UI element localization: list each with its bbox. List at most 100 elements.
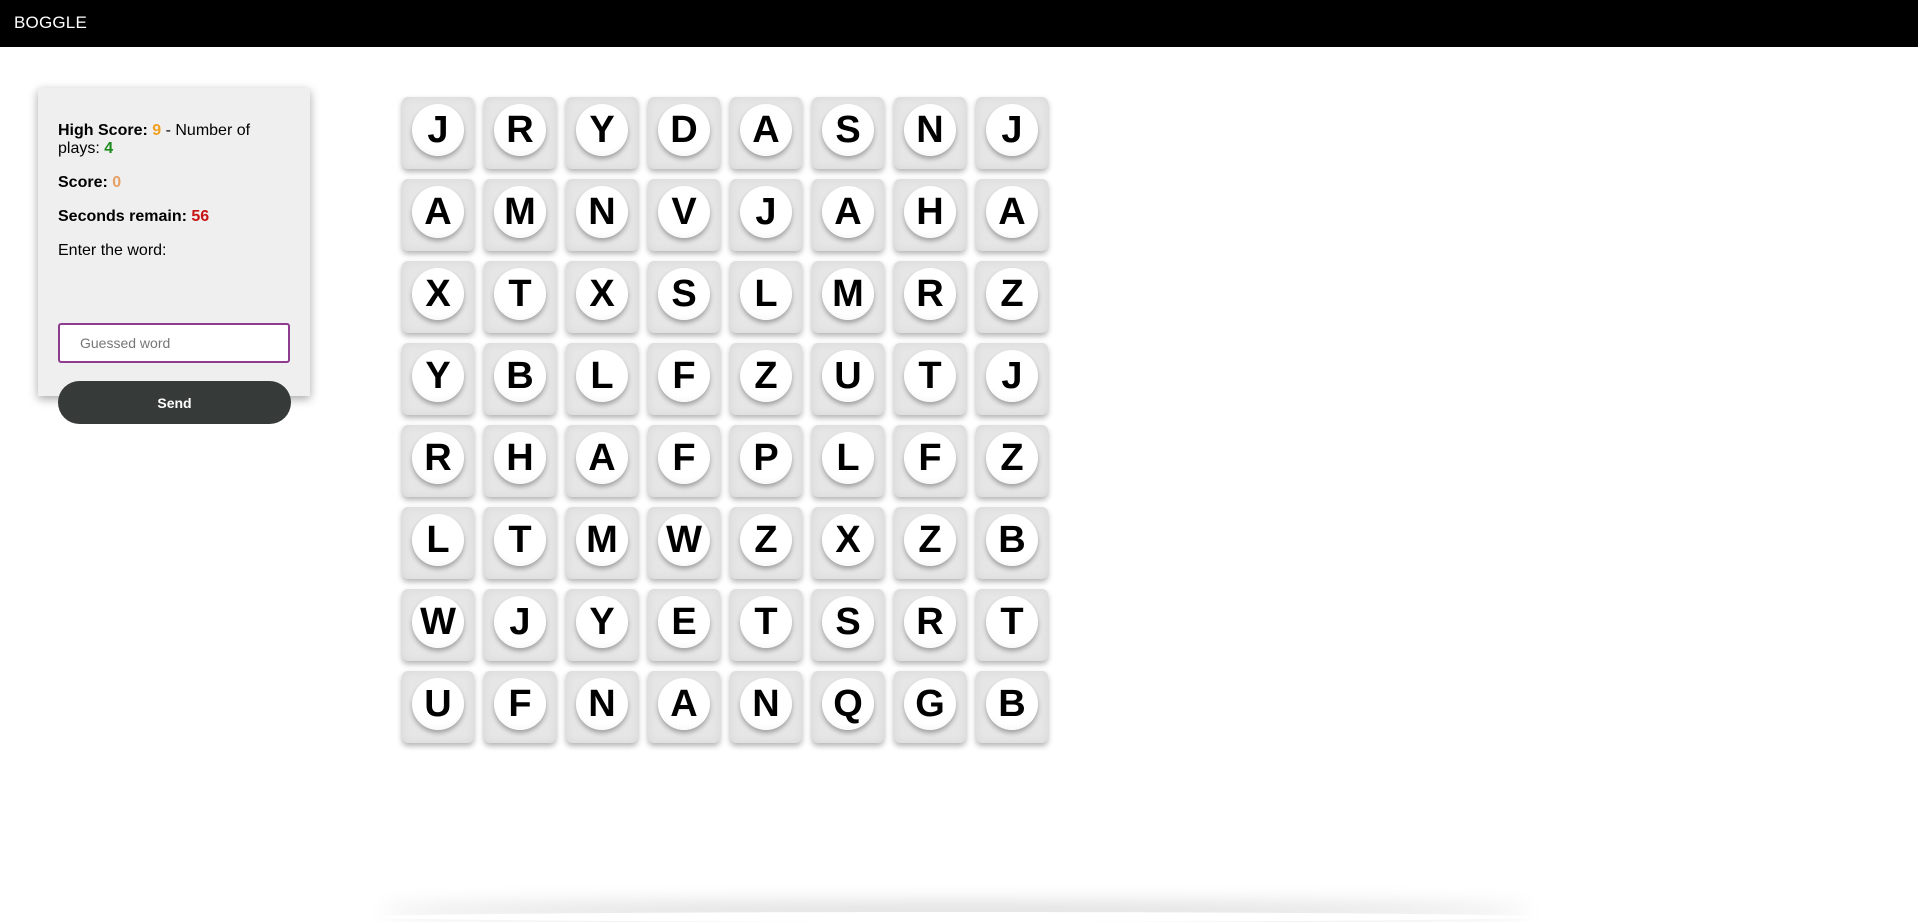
board-tile[interactable]: W	[648, 507, 720, 579]
board-tile[interactable]: X	[566, 261, 638, 333]
tile-letter: Y	[576, 104, 628, 156]
tile-letter: R	[904, 596, 956, 648]
board-tile[interactable]: S	[812, 589, 884, 661]
board-tile[interactable]: X	[812, 507, 884, 579]
board-tile[interactable]: Z	[730, 507, 802, 579]
board-tile[interactable]: N	[730, 671, 802, 743]
board-tile[interactable]: L	[566, 343, 638, 415]
tile-letter: J	[986, 104, 1038, 156]
board-tile[interactable]: P	[730, 425, 802, 497]
board-tile[interactable]: L	[812, 425, 884, 497]
tile-letter: Q	[822, 678, 874, 730]
tile-letter: N	[576, 678, 628, 730]
board-tile[interactable]: Z	[730, 343, 802, 415]
tile-letter: R	[494, 104, 546, 156]
tile-letter: J	[986, 350, 1038, 402]
board-tile[interactable]: A	[402, 179, 474, 251]
board-tile[interactable]: N	[894, 97, 966, 169]
tile-letter: B	[986, 678, 1038, 730]
tile-letter: N	[904, 104, 956, 156]
board-tile[interactable]: Z	[976, 425, 1048, 497]
board-tile[interactable]: Z	[976, 261, 1048, 333]
board-tile[interactable]: F	[648, 343, 720, 415]
board-tile[interactable]: J	[976, 343, 1048, 415]
tile-letter: T	[740, 596, 792, 648]
tile-letter: Z	[740, 514, 792, 566]
tile-letter: W	[412, 596, 464, 648]
board-tile[interactable]: A	[648, 671, 720, 743]
board-tile[interactable]: F	[484, 671, 556, 743]
tile-letter: S	[822, 104, 874, 156]
board-tile[interactable]: A	[730, 97, 802, 169]
board-tile[interactable]: Q	[812, 671, 884, 743]
board-tile[interactable]: J	[402, 97, 474, 169]
board-tile[interactable]: T	[976, 589, 1048, 661]
tile-letter: L	[412, 514, 464, 566]
board-tile[interactable]: Y	[402, 343, 474, 415]
tile-letter: B	[494, 350, 546, 402]
board-tile[interactable]: F	[894, 425, 966, 497]
board-tile[interactable]: W	[402, 589, 474, 661]
board-tile[interactable]: S	[648, 261, 720, 333]
board-tile[interactable]: Y	[566, 589, 638, 661]
board-tile[interactable]: R	[402, 425, 474, 497]
board-tile[interactable]: T	[730, 589, 802, 661]
guessed-word-input[interactable]	[58, 323, 290, 363]
board-tile[interactable]: B	[976, 507, 1048, 579]
tile-letter: A	[822, 186, 874, 238]
tile-letter: Z	[740, 350, 792, 402]
board-tile[interactable]: A	[812, 179, 884, 251]
tile-letter: J	[494, 596, 546, 648]
tile-letter: X	[576, 268, 628, 320]
board-tile[interactable]: Z	[894, 507, 966, 579]
board-tile[interactable]: X	[402, 261, 474, 333]
tile-letter: Y	[576, 596, 628, 648]
board-tile[interactable]: E	[648, 589, 720, 661]
board-tile[interactable]: R	[894, 589, 966, 661]
tile-letter: W	[658, 514, 710, 566]
tile-letter: B	[986, 514, 1038, 566]
tile-letter: M	[576, 514, 628, 566]
board-tile[interactable]: N	[566, 179, 638, 251]
tile-letter: R	[904, 268, 956, 320]
board-tile[interactable]: T	[894, 343, 966, 415]
board-tile[interactable]: J	[976, 97, 1048, 169]
board-tile[interactable]: V	[648, 179, 720, 251]
tile-letter: U	[822, 350, 874, 402]
board-tile[interactable]: H	[894, 179, 966, 251]
board-tile[interactable]: M	[484, 179, 556, 251]
top-navbar: BOGGLE	[0, 0, 1918, 47]
board-tile[interactable]: D	[648, 97, 720, 169]
board-tile[interactable]: L	[402, 507, 474, 579]
tile-letter: T	[494, 514, 546, 566]
board-tile[interactable]: L	[730, 261, 802, 333]
app-brand[interactable]: BOGGLE	[14, 13, 87, 33]
board-tile[interactable]: S	[812, 97, 884, 169]
tile-letter: T	[494, 268, 546, 320]
board-tile[interactable]: R	[484, 97, 556, 169]
board-tile[interactable]: A	[566, 425, 638, 497]
tile-letter: U	[412, 678, 464, 730]
board-tile[interactable]: T	[484, 261, 556, 333]
board-tile[interactable]: J	[484, 589, 556, 661]
board-tile[interactable]: U	[812, 343, 884, 415]
board-tile[interactable]: A	[976, 179, 1048, 251]
board-tile[interactable]: R	[894, 261, 966, 333]
board-tile[interactable]: M	[812, 261, 884, 333]
tile-letter: V	[658, 186, 710, 238]
board-tile[interactable]: J	[730, 179, 802, 251]
board-tile[interactable]: T	[484, 507, 556, 579]
tile-letter: J	[740, 186, 792, 238]
board-tile[interactable]: Y	[566, 97, 638, 169]
board-tile[interactable]: M	[566, 507, 638, 579]
board-tile[interactable]: N	[566, 671, 638, 743]
board-tile[interactable]: H	[484, 425, 556, 497]
send-button[interactable]: Send	[58, 381, 291, 424]
tile-letter: S	[658, 268, 710, 320]
board-tile[interactable]: U	[402, 671, 474, 743]
board-tile[interactable]: B	[484, 343, 556, 415]
board-tile[interactable]: B	[976, 671, 1048, 743]
board-tile[interactable]: G	[894, 671, 966, 743]
tile-letter: J	[412, 104, 464, 156]
board-tile[interactable]: F	[648, 425, 720, 497]
